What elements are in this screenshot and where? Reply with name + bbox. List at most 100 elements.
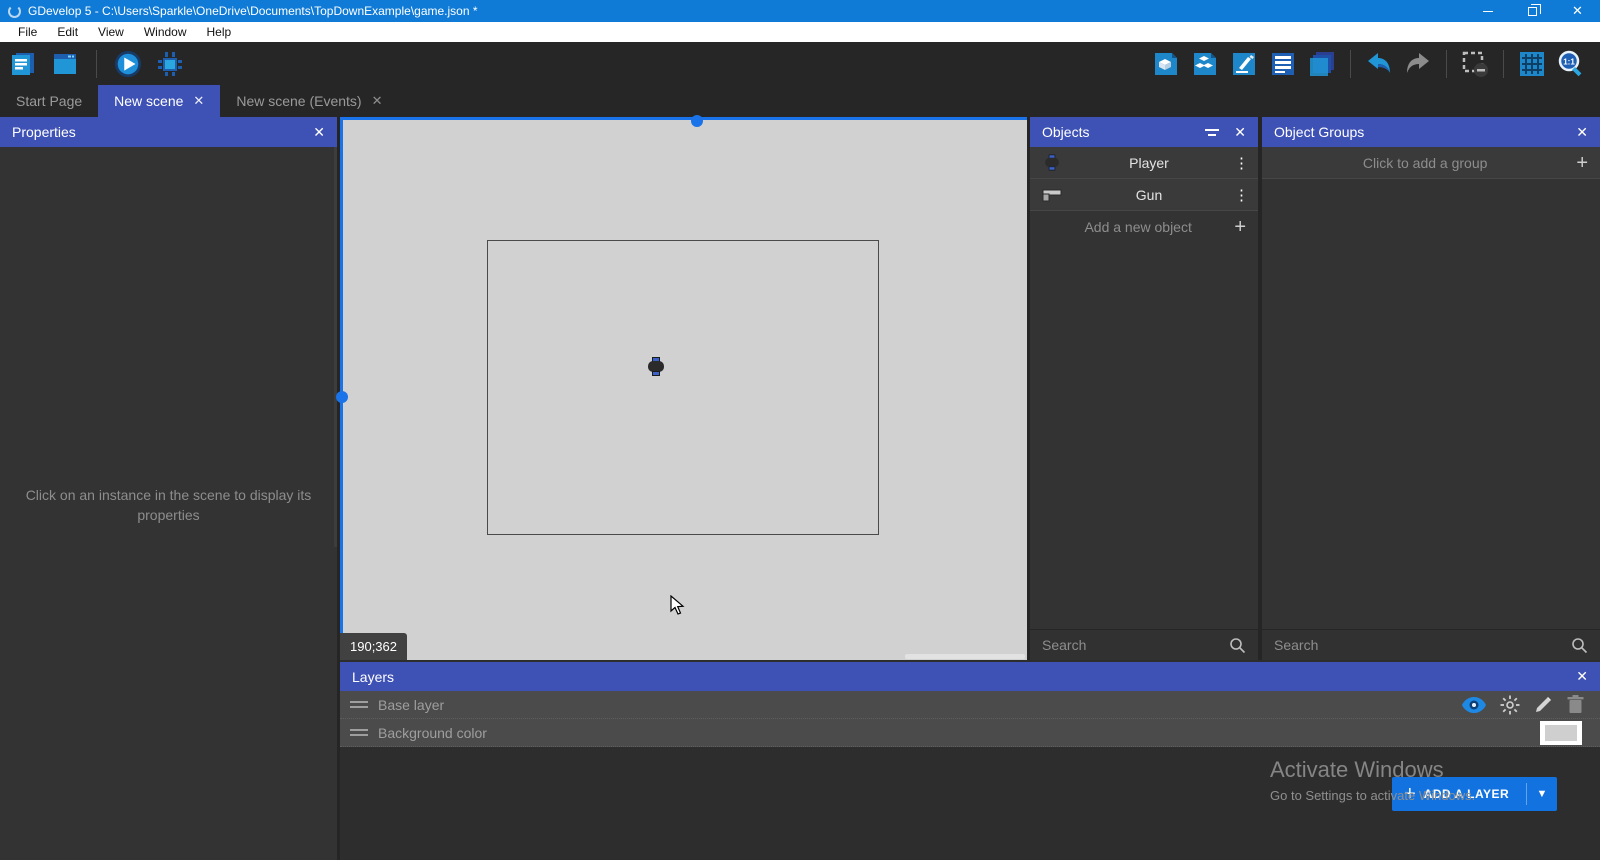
groups-search-input[interactable] (1274, 637, 1571, 653)
properties-pencil-icon (1230, 50, 1258, 78)
player-object-icon (1040, 153, 1064, 172)
menu-view[interactable]: View (88, 22, 134, 42)
objects-panel-header: Objects ✕ (1030, 117, 1258, 147)
tab-new-scene-events[interactable]: New scene (Events) ✕ (220, 85, 398, 117)
drag-handle-icon[interactable] (350, 726, 368, 739)
edit-scene-properties-button[interactable] (1229, 49, 1259, 79)
edit-object-groups-button[interactable] (1190, 49, 1220, 79)
edit-layer-pencil-icon[interactable] (1534, 695, 1553, 714)
objects-panel: Objects ✕ Player ⋮ Gun (1030, 117, 1258, 660)
visibility-eye-icon[interactable] (1462, 697, 1486, 713)
player-instance[interactable] (648, 357, 664, 376)
close-panel-icon[interactable]: ✕ (1576, 124, 1588, 141)
minimize-button[interactable] (1465, 0, 1510, 22)
resize-handle-dot[interactable] (691, 115, 703, 127)
tab-close-icon[interactable]: ✕ (372, 93, 383, 109)
play-preview-button[interactable] (113, 49, 143, 79)
tab-label: New scene (Events) (236, 93, 361, 109)
search-icon (1571, 637, 1588, 654)
instances-list-icon (1269, 50, 1297, 78)
layer-row-base[interactable]: Base layer (340, 691, 1600, 719)
debug-button[interactable] (155, 49, 185, 79)
close-panel-icon[interactable]: ✕ (1576, 668, 1588, 685)
window-title: GDevelop 5 - C:\Users\Sparkle\OneDrive\D… (28, 4, 1465, 18)
tab-close-icon[interactable]: ✕ (193, 93, 204, 109)
objects-search-input[interactable] (1042, 637, 1229, 653)
search-icon (1229, 637, 1246, 654)
object-name: Player (1064, 155, 1234, 171)
object-row-player[interactable]: Player ⋮ (1030, 147, 1258, 179)
plus-icon: + (1234, 217, 1246, 237)
scrollbar[interactable] (334, 147, 337, 547)
properties-panel: Properties ✕ Click on an instance in the… (0, 117, 337, 860)
menubar: File Edit View Window Help (0, 22, 1600, 42)
dropdown-arrow-icon[interactable]: ▼ (1527, 788, 1557, 800)
object-menu-icon[interactable]: ⋮ (1234, 154, 1248, 172)
zoom-1-1-icon: 1:1 (1556, 49, 1586, 79)
grid-icon (1517, 49, 1547, 79)
menu-window[interactable]: Window (134, 22, 197, 42)
play-icon (113, 48, 143, 80)
start-page-button[interactable] (50, 49, 80, 79)
gun-object-icon (1040, 188, 1064, 202)
tab-start-page[interactable]: Start Page (0, 85, 98, 117)
instances-list-button[interactable] (1268, 49, 1298, 79)
undo-button[interactable] (1364, 49, 1394, 79)
svg-text:1:1: 1:1 (1563, 57, 1575, 66)
groups-search-bar (1262, 629, 1600, 660)
object-row-gun[interactable]: Gun ⋮ (1030, 179, 1258, 211)
scene-editor-canvas[interactable]: 190;362 (340, 117, 1027, 660)
close-button[interactable]: ✕ (1555, 0, 1600, 22)
close-panel-icon[interactable]: ✕ (1234, 124, 1246, 141)
restore-icon (1528, 7, 1537, 16)
debug-icon (155, 49, 185, 79)
object-groups-panel: Object Groups ✕ Click to add a group + (1262, 117, 1600, 660)
filter-icon[interactable] (1204, 126, 1220, 138)
horizontal-scrollbar[interactable] (905, 654, 1025, 659)
layers-panel-header: Layers ✕ (340, 662, 1600, 691)
watermark-line1: Activate Windows (1270, 757, 1475, 783)
panel-title: Objects (1042, 124, 1089, 140)
panel-resize-handle-top[interactable] (340, 117, 1027, 120)
layers-button[interactable] (1307, 49, 1337, 79)
add-object-button[interactable]: Add a new object + (1030, 211, 1258, 242)
minimize-icon (1483, 11, 1493, 12)
panel-title: Object Groups (1274, 124, 1364, 140)
toggle-grid-button[interactable] (1517, 49, 1547, 79)
add-object-label: Add a new object (1042, 219, 1234, 235)
layer-effects-icon[interactable] (1500, 695, 1520, 715)
game-window-bounds (487, 240, 879, 535)
project-manager-button[interactable] (8, 49, 38, 79)
panel-title: Properties (12, 124, 76, 140)
close-panel-icon[interactable]: ✕ (313, 124, 325, 141)
panel-resize-handle-left[interactable] (340, 117, 343, 660)
plus-icon: + (1576, 153, 1588, 173)
background-color-swatch[interactable] (1540, 721, 1582, 745)
toolbar: 1:1 (0, 42, 1600, 85)
undo-icon (1364, 49, 1394, 79)
menu-help[interactable]: Help (197, 22, 242, 42)
tab-new-scene[interactable]: New scene ✕ (98, 85, 220, 117)
drag-handle-icon[interactable] (350, 698, 368, 711)
properties-panel-header: Properties ✕ (0, 117, 337, 147)
restore-button[interactable] (1510, 0, 1555, 22)
start-page-icon (51, 50, 79, 78)
deselect-all-button[interactable] (1460, 49, 1490, 79)
add-group-button[interactable]: Click to add a group + (1262, 147, 1600, 179)
delete-layer-trash-icon[interactable] (1567, 695, 1584, 714)
object-menu-icon[interactable]: ⋮ (1234, 186, 1248, 204)
zoom-original-button[interactable]: 1:1 (1556, 49, 1586, 79)
gdevelop-window: GDevelop 5 - C:\Users\Sparkle\OneDrive\D… (0, 0, 1600, 860)
redo-button[interactable] (1403, 49, 1433, 79)
layer-row-background-color[interactable]: Background color (340, 719, 1600, 747)
menu-file[interactable]: File (8, 22, 47, 42)
resize-handle-dot[interactable] (336, 391, 348, 403)
project-manager-icon (9, 50, 37, 78)
toolbar-separator (1503, 50, 1504, 78)
deselect-icon (1460, 49, 1490, 79)
menu-edit[interactable]: Edit (47, 22, 88, 42)
properties-empty-message: Click on an instance in the scene to dis… (24, 485, 314, 526)
edit-objects-button[interactable] (1151, 49, 1181, 79)
watermark-line2: Go to Settings to activate Windows. (1270, 788, 1475, 803)
objects-icon (1152, 50, 1180, 78)
